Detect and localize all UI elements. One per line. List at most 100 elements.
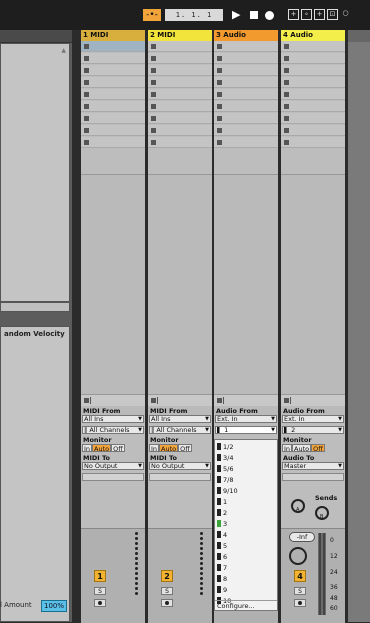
- clip-slot[interactable]: [281, 65, 345, 76]
- clip-stop-icon[interactable]: [284, 68, 289, 73]
- clip-slot[interactable]: [281, 77, 345, 88]
- clip-stop-icon[interactable]: [84, 56, 89, 61]
- clip-stop-icon[interactable]: [151, 104, 156, 109]
- stop-all-clips-icon[interactable]: [151, 398, 156, 403]
- track-title[interactable]: 3 Audio: [214, 30, 278, 41]
- menu-item[interactable]: 3: [217, 519, 227, 530]
- send-a-knob[interactable]: A: [291, 499, 305, 513]
- clip-stop-icon[interactable]: [84, 68, 89, 73]
- clip-stop-icon[interactable]: [151, 116, 156, 121]
- clip-slot[interactable]: [148, 89, 212, 100]
- clip-slot[interactable]: [81, 77, 145, 88]
- menu-item[interactable]: 7: [217, 563, 227, 574]
- clip-stop-icon[interactable]: [284, 104, 289, 109]
- menu-item[interactable]: 8: [217, 574, 227, 585]
- output-channel-box[interactable]: [282, 473, 344, 481]
- song-position[interactable]: 1. 1. 1: [165, 9, 223, 21]
- clip-stop-icon[interactable]: [84, 128, 89, 133]
- stop-icon[interactable]: [250, 11, 258, 19]
- menu-item[interactable]: 7/8: [217, 475, 233, 486]
- volume-field[interactable]: -Inf: [289, 532, 315, 542]
- output-select[interactable]: No Output ▼: [149, 462, 211, 470]
- clip-stop-icon[interactable]: [217, 140, 222, 145]
- pan-knob[interactable]: [289, 547, 307, 565]
- menu-item[interactable]: 9/10: [217, 486, 238, 497]
- clip-stop-icon[interactable]: [84, 80, 89, 85]
- menu-item[interactable]: 6: [217, 552, 227, 563]
- output-channel-box[interactable]: [82, 473, 144, 481]
- clip-stop-icon[interactable]: [217, 92, 222, 97]
- input-channel-select[interactable]: ‖ All Channels ▼: [149, 426, 211, 434]
- clip-slot[interactable]: [148, 113, 212, 124]
- clip-stop-icon[interactable]: [151, 140, 156, 145]
- menu-item[interactable]: 5/6: [217, 464, 233, 475]
- solo-button[interactable]: S: [161, 587, 173, 595]
- input-channel-select[interactable]: ▌ 2 ▼: [282, 426, 344, 434]
- clip-slot[interactable]: [281, 89, 345, 100]
- clip-slot[interactable]: [214, 65, 278, 76]
- clip-slot[interactable]: [148, 53, 212, 64]
- track-activator-button[interactable]: 4: [294, 570, 306, 582]
- clip-slot[interactable]: [214, 113, 278, 124]
- monitor-in-button[interactable]: In: [149, 444, 160, 453]
- track-activator-button[interactable]: 2: [161, 570, 173, 582]
- clip-stop-icon[interactable]: [84, 92, 89, 97]
- clip-slot[interactable]: [214, 125, 278, 136]
- clip-stop-icon[interactable]: [284, 140, 289, 145]
- output-select[interactable]: Master ▼: [282, 462, 344, 470]
- input-type-select[interactable]: Ext. In ▼: [215, 415, 277, 423]
- clip-slot[interactable]: [81, 89, 145, 100]
- input-type-select[interactable]: All Ins ▼: [82, 415, 144, 423]
- monitor-auto-button[interactable]: Auto: [92, 444, 112, 453]
- clip-slot[interactable]: [148, 101, 212, 112]
- track-activator-button[interactable]: 1: [94, 570, 106, 582]
- clip-stop-icon[interactable]: [284, 44, 289, 49]
- menu-item[interactable]: 1/2: [217, 442, 233, 453]
- menu-item[interactable]: 5: [217, 541, 227, 552]
- capture-icon[interactable]: +: [314, 9, 325, 20]
- clip-stop-icon[interactable]: [217, 104, 222, 109]
- clip-stop-icon[interactable]: [151, 128, 156, 133]
- amount-value-field[interactable]: 100%: [41, 600, 67, 612]
- clip-stop-icon[interactable]: [284, 80, 289, 85]
- menu-item[interactable]: 9: [217, 585, 227, 596]
- clip-slot[interactable]: [81, 53, 145, 64]
- clip-slot[interactable]: [81, 101, 145, 112]
- volume-meter[interactable]: [318, 533, 326, 615]
- track-title[interactable]: 2 MIDI: [148, 30, 212, 41]
- browser-content[interactable]: ▲: [0, 43, 70, 302]
- clip-slot[interactable]: [281, 53, 345, 64]
- clip-stop-icon[interactable]: [217, 56, 222, 61]
- clip-slot[interactable]: [81, 65, 145, 76]
- configure-menu-item[interactable]: Configure...: [217, 601, 255, 612]
- record-icon[interactable]: [265, 11, 274, 20]
- loop-icon[interactable]: ⊡: [327, 9, 338, 20]
- output-channel-box[interactable]: [149, 473, 211, 481]
- clip-slot[interactable]: [81, 137, 145, 148]
- clip-stop-icon[interactable]: [151, 80, 156, 85]
- menu-item[interactable]: 4: [217, 530, 227, 541]
- clip-slot[interactable]: [214, 41, 278, 52]
- empty-clip-area[interactable]: [214, 174, 278, 422]
- input-channel-select[interactable]: ▌ 1 ▼: [215, 426, 277, 434]
- clip-stop-icon[interactable]: [217, 44, 222, 49]
- clip-slot[interactable]: [148, 77, 212, 88]
- stop-all-clips-icon[interactable]: [217, 398, 222, 403]
- empty-clip-area[interactable]: [81, 174, 145, 422]
- menu-item[interactable]: 1: [217, 497, 227, 508]
- track-title[interactable]: 1 MIDI: [81, 30, 145, 41]
- menu-item[interactable]: 3/4: [217, 453, 233, 464]
- clip-stop-icon[interactable]: [84, 140, 89, 145]
- clip-slot[interactable]: [214, 77, 278, 88]
- clip-stop-icon[interactable]: [84, 104, 89, 109]
- stop-all-clips-icon[interactable]: [84, 398, 89, 403]
- clip-stop-icon[interactable]: [217, 128, 222, 133]
- clip-stop-icon[interactable]: [217, 80, 222, 85]
- clip-slot[interactable]: [281, 125, 345, 136]
- empty-clip-area[interactable]: [281, 174, 345, 422]
- track-stop-strip[interactable]: [148, 394, 212, 406]
- clip-stop-icon[interactable]: [217, 116, 222, 121]
- track-title[interactable]: 4 Audio: [281, 30, 345, 41]
- monitor-off-button[interactable]: Off: [178, 444, 192, 453]
- monitor-auto-button[interactable]: Auto: [292, 444, 312, 453]
